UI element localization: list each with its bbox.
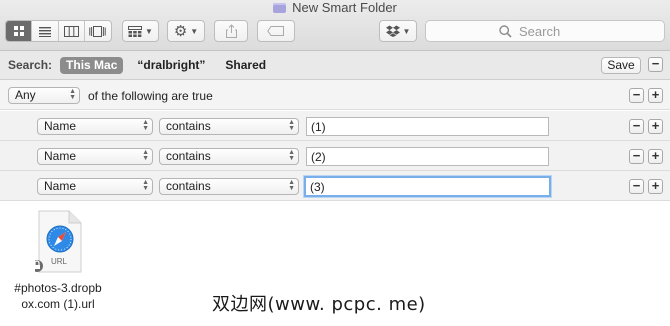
group-grid-icon	[128, 25, 143, 37]
share-icon	[225, 24, 237, 38]
match-mode-popup[interactable]: Any ▲ ▼	[8, 87, 80, 104]
rule-value-field[interactable]	[306, 117, 549, 136]
search-field[interactable]	[425, 20, 665, 42]
operator-value: contains	[166, 149, 211, 163]
attribute-popup[interactable]: Name ▲ ▼	[37, 118, 153, 135]
column-view-button[interactable]	[59, 21, 85, 41]
cover-flow-button[interactable]	[85, 21, 111, 41]
file-name-line2: ox.com (1).url	[21, 297, 95, 311]
criteria-rule-row: Name ▲▼ contains ▲▼ − +	[0, 171, 670, 201]
file-name: #photos-3.dropb ox.com (1).url	[6, 280, 110, 312]
remove-rule-button[interactable]: −	[629, 149, 644, 164]
rule-value-field[interactable]	[306, 147, 549, 166]
attribute-value: Name	[44, 179, 77, 193]
dropbox-button[interactable]: ▼	[379, 20, 417, 42]
criteria-rule-row: Name ▲▼ contains ▲▼ − +	[0, 141, 670, 171]
save-button[interactable]: Save	[601, 57, 641, 74]
gear-icon: ⚙	[173, 22, 188, 40]
watermark: 双边网(www. pcpc. me)	[212, 294, 426, 315]
dropbox-icon	[385, 25, 400, 37]
add-rule-button[interactable]: +	[648, 179, 663, 194]
attribute-popup[interactable]: Name ▲ ▼	[37, 148, 153, 165]
chevron-down-icon: ▼	[145, 26, 153, 36]
attribute-popup[interactable]: Name ▲ ▼	[37, 178, 153, 195]
window-title-text: New Smart Folder	[292, 0, 397, 15]
attribute-value: Name	[44, 119, 77, 133]
icon-view-button[interactable]	[6, 21, 33, 41]
scope-shared[interactable]: Shared	[219, 57, 272, 74]
add-criterion-button[interactable]: +	[648, 88, 663, 103]
search-icon	[499, 24, 512, 38]
tag-icon	[267, 26, 284, 36]
title-bar: New Smart Folder ▼ ⚙ ▼ ▼ Search	[0, 0, 670, 51]
match-suffix-label: of the following are true	[88, 89, 213, 103]
tags-button[interactable]	[257, 20, 295, 42]
chevron-down-icon: ▼	[402, 26, 411, 36]
cover-flow-icon	[89, 25, 107, 37]
updown-arrows-icon: ▲ ▼	[288, 149, 295, 162]
add-rule-button[interactable]: +	[648, 149, 663, 164]
smart-folder-icon	[273, 3, 287, 13]
search-input[interactable]	[517, 22, 591, 40]
group-by-button[interactable]: ▼	[122, 20, 159, 42]
criteria-rule-row: Name ▲▼ contains ▲▼ − +	[0, 111, 670, 141]
action-menu-button[interactable]: ⚙ ▼	[167, 20, 205, 42]
updown-arrows-icon: ▲ ▼	[142, 179, 149, 192]
updown-arrows-icon: ▲ ▼	[142, 149, 149, 162]
operator-value: contains	[166, 119, 211, 133]
scope-this-mac[interactable]: This Mac	[60, 56, 124, 74]
operator-value: contains	[166, 179, 211, 193]
match-mode-value: Any	[15, 88, 36, 102]
updown-arrows-icon: ▲ ▼	[288, 179, 295, 192]
updown-arrows-icon: ▲ ▼	[69, 88, 76, 101]
remove-rule-button[interactable]: −	[629, 179, 644, 194]
updown-arrows-icon: ▲ ▼	[288, 119, 295, 132]
chevron-down-icon: ▼	[190, 26, 199, 36]
share-button[interactable]	[214, 20, 248, 42]
search-scope-label: Search:	[8, 58, 53, 72]
scope-user-folder[interactable]: “dralbright”	[131, 57, 211, 74]
operator-popup[interactable]: contains ▲ ▼	[159, 118, 299, 135]
view-mode-control	[5, 20, 112, 42]
add-rule-button[interactable]: +	[648, 119, 663, 134]
updown-arrows-icon: ▲ ▼	[142, 119, 149, 132]
attribute-value: Name	[44, 149, 77, 163]
rule-value-field-focused[interactable]	[304, 176, 551, 197]
file-icon-badge-wrap: URL	[35, 210, 83, 274]
list-view-icon	[38, 26, 51, 37]
remove-rule-button[interactable]: −	[629, 119, 644, 134]
window-title: New Smart Folder	[0, 0, 670, 16]
file-name-line1: #photos-3.dropb	[14, 281, 102, 295]
icon-view-icon	[13, 26, 24, 36]
criteria-match-row: Any ▲ ▼ of the following are true − +	[0, 80, 670, 110]
column-view-icon	[63, 25, 79, 37]
operator-popup[interactable]: contains ▲ ▼	[159, 178, 299, 195]
list-view-button[interactable]	[32, 21, 59, 41]
remove-search-button[interactable]: −	[648, 57, 663, 72]
remove-criterion-button[interactable]: −	[629, 88, 644, 103]
file-icon-badge: URL	[50, 257, 67, 266]
search-scope-bar: Search: This Mac “dralbright” Shared Sav…	[0, 51, 670, 80]
operator-popup[interactable]: contains ▲ ▼	[159, 148, 299, 165]
